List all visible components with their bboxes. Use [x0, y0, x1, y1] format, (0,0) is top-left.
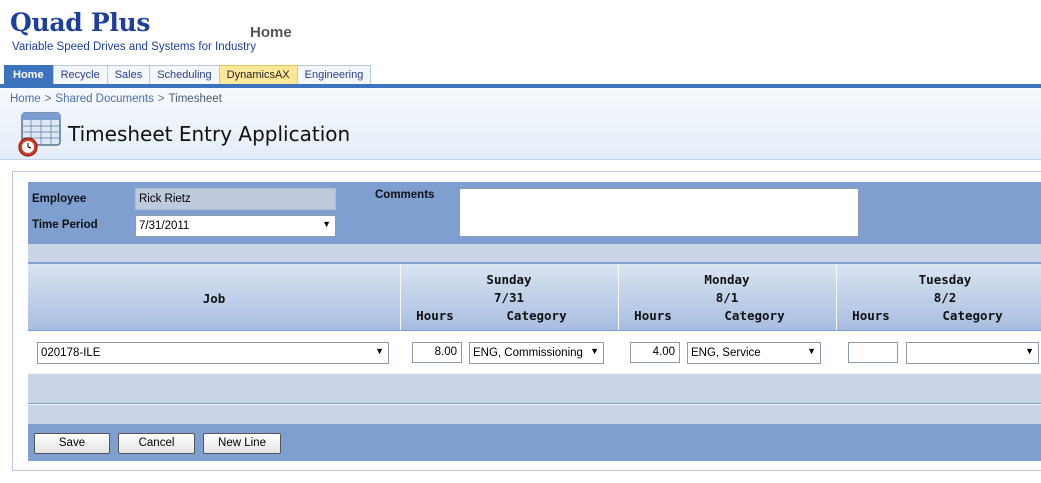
save-button[interactable]: Save: [34, 433, 110, 454]
tuesday-hours-header: Hours: [852, 308, 890, 323]
cancel-button[interactable]: Cancel: [118, 433, 195, 454]
tab-recycle[interactable]: Recycle: [52, 65, 108, 85]
site-logo[interactable]: Quad Plus Variable Speed Drives and Syst…: [10, 8, 256, 53]
monday-date: 8/1: [715, 290, 739, 305]
tab-dynamicsax[interactable]: DynamicsAX: [218, 65, 298, 85]
page-title: Timesheet Entry Application: [68, 122, 351, 146]
tab-sales[interactable]: Sales: [106, 65, 151, 85]
new-line-button[interactable]: New Line: [203, 433, 281, 454]
sunday-hours-input[interactable]: 8.00: [412, 342, 462, 363]
chevron-down-icon: ▼: [375, 346, 384, 356]
sunday-category-value: ENG, Commissioning: [473, 347, 583, 359]
time-period-select[interactable]: 7/31/2011 ▼: [135, 215, 336, 237]
job-column-header: Job: [202, 291, 226, 306]
chevron-down-icon: ▼: [322, 219, 331, 229]
tuesday-hours-input[interactable]: [848, 342, 898, 363]
monday-hours-input[interactable]: 4.00: [630, 342, 680, 363]
breadcrumb-home[interactable]: Home: [10, 93, 41, 105]
chevron-down-icon: ▼: [807, 346, 816, 356]
brand-title: Quad Plus: [10, 8, 151, 37]
monday-header: Monday: [704, 272, 750, 287]
breadcrumb-separator: >: [44, 93, 52, 105]
sunday-header: Sunday: [486, 272, 532, 287]
tab-home[interactable]: Home: [4, 65, 54, 85]
breadcrumb: Home > Shared Documents > Timesheet: [10, 93, 222, 105]
breadcrumb-separator: >: [157, 93, 165, 105]
monday-category-select[interactable]: ENG, Service ▼: [687, 342, 821, 364]
comments-label: Comments: [375, 189, 435, 201]
sunday-date: 7/31: [493, 290, 525, 305]
employee-label: Employee: [32, 193, 87, 205]
tuesday-header: Tuesday: [918, 272, 972, 287]
grid-top-band: [28, 244, 1041, 262]
grid-empty-band: [28, 404, 1041, 424]
grid-empty-band: [28, 373, 1041, 403]
tuesday-date: 8/2: [933, 290, 957, 305]
comments-textarea[interactable]: [459, 188, 859, 237]
timesheet-calendar-clock-icon: [18, 112, 61, 157]
employee-field: Rick Rietz: [135, 188, 336, 210]
chevron-down-icon: ▼: [590, 346, 599, 356]
time-period-label: Time Period: [32, 219, 98, 231]
top-nav-tabs: Home Recycle Sales Scheduling DynamicsAX…: [4, 65, 372, 85]
job-select[interactable]: 020178-ILE ▼: [37, 342, 389, 364]
breadcrumb-timesheet: Timesheet: [168, 93, 222, 105]
tab-engineering[interactable]: Engineering: [296, 65, 372, 85]
monday-category-header: Category: [724, 308, 785, 323]
brand-subtitle: Variable Speed Drives and Systems for In…: [12, 41, 256, 53]
sunday-category-select[interactable]: ENG, Commissioning ▼: [469, 342, 604, 364]
chevron-down-icon: ▼: [1025, 346, 1034, 356]
tab-scheduling[interactable]: Scheduling: [149, 65, 220, 85]
tuesday-category-select[interactable]: ▼: [906, 342, 1039, 364]
site-title: Home: [250, 24, 292, 41]
sunday-category-header: Category: [506, 308, 567, 323]
sunday-hours-header: Hours: [416, 308, 454, 323]
page-title-area: Home > Shared Documents > Timesheet Timeshee…: [0, 88, 1041, 160]
breadcrumb-shared-documents[interactable]: Shared Documents: [55, 93, 153, 105]
monday-category-value: ENG, Service: [691, 347, 761, 359]
job-value: 020178-ILE: [41, 347, 101, 359]
time-period-value: 7/31/2011: [139, 220, 190, 232]
monday-hours-header: Hours: [634, 308, 672, 323]
tuesday-category-header: Category: [942, 308, 1003, 323]
